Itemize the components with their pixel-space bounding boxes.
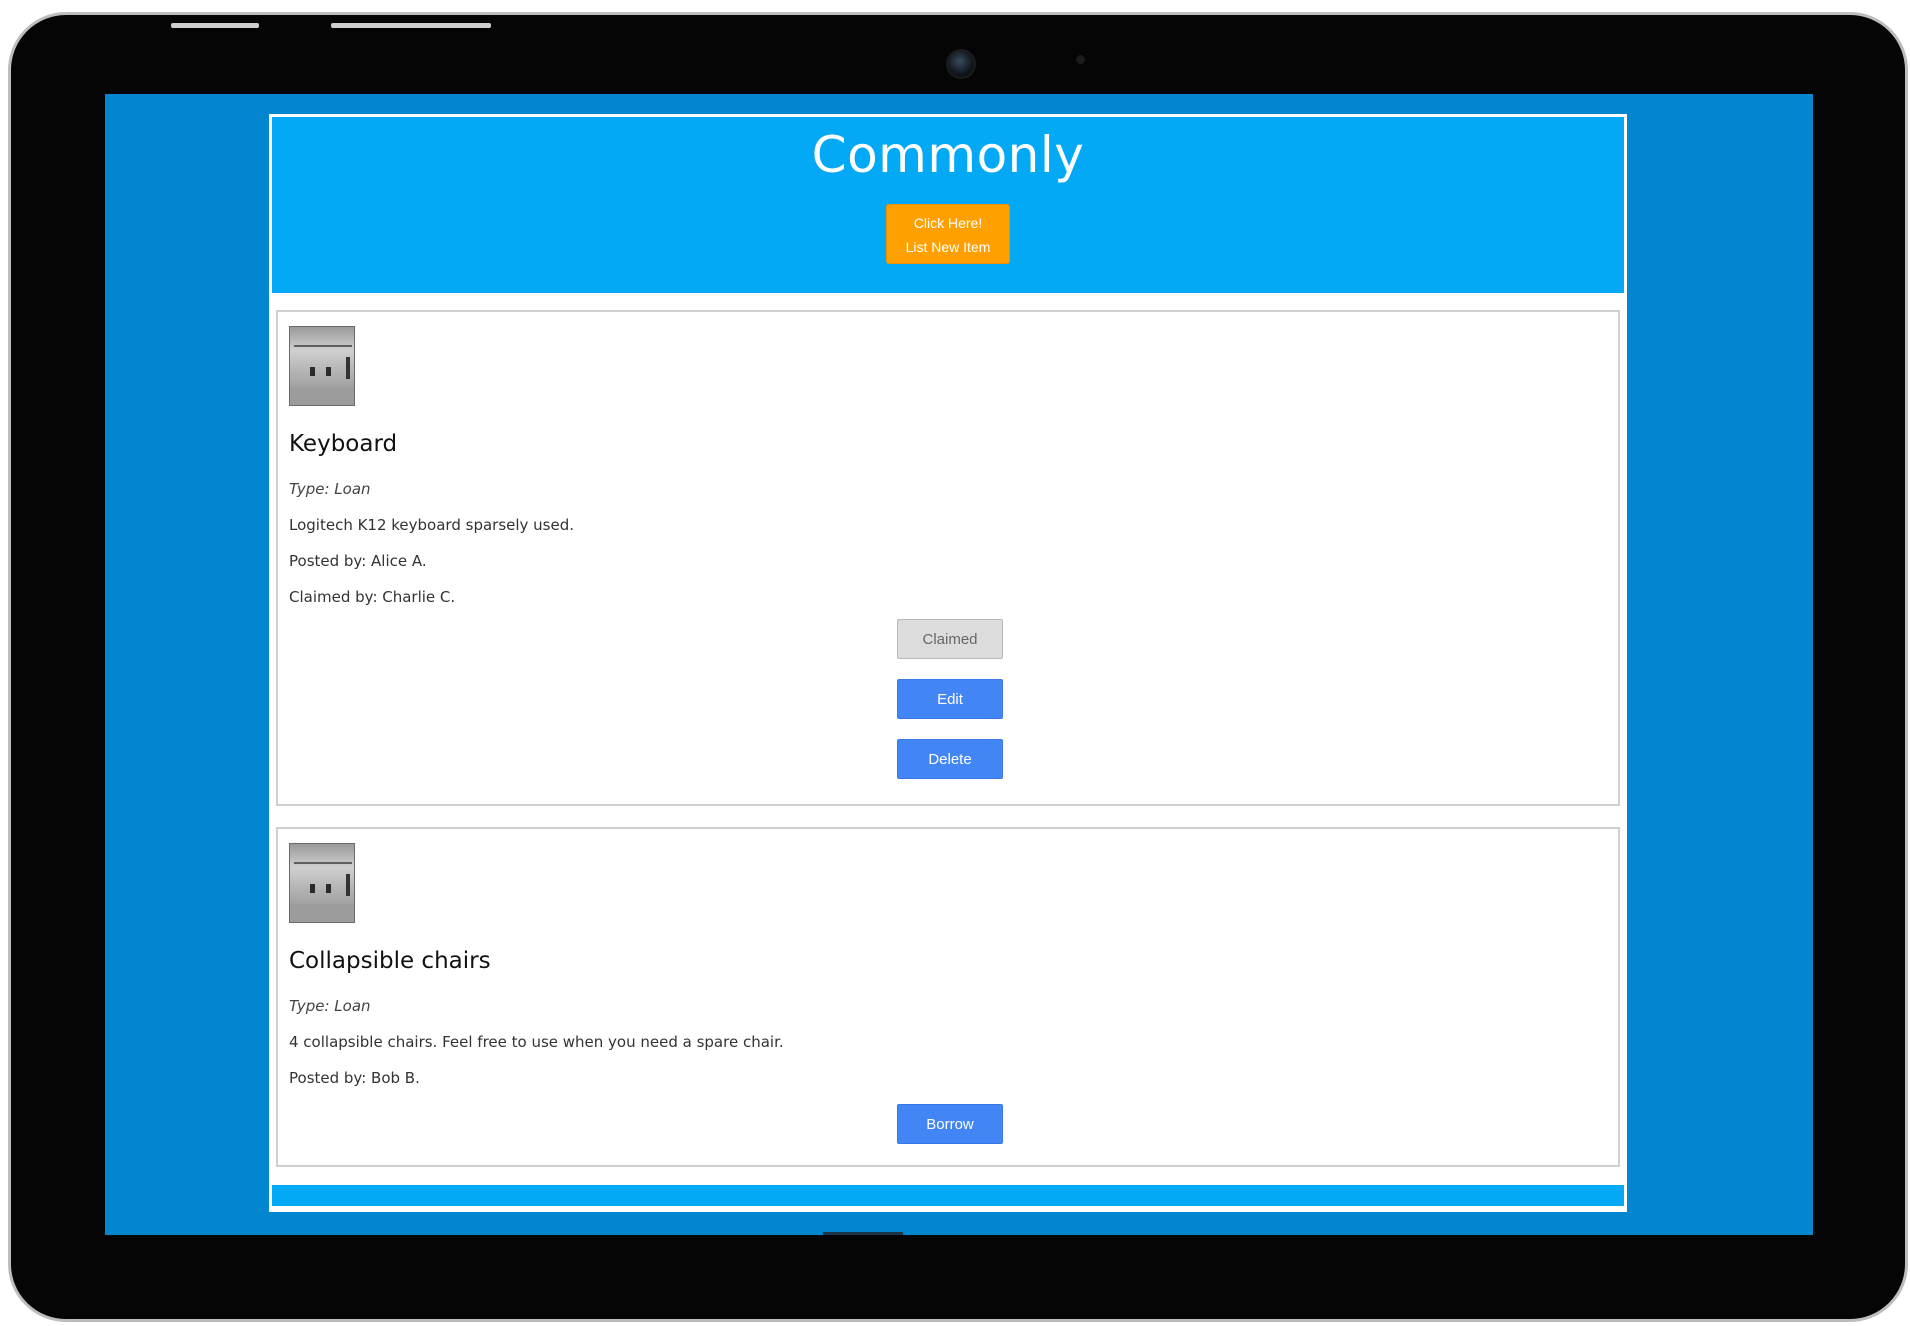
claimed-button[interactable]: Claimed	[897, 619, 1003, 659]
list-new-item-button[interactable]: Click Here! List New Item	[886, 204, 1010, 264]
sensor-icon	[1076, 55, 1085, 64]
list-button-line2: List New Item	[905, 239, 991, 255]
item-claimed-by: Claimed by: Charlie C.	[289, 588, 456, 606]
edit-button[interactable]: Edit	[897, 679, 1003, 719]
app-footer	[272, 1185, 1624, 1206]
list-button-line1: Click Here!	[913, 215, 983, 231]
item-thumbnail-image[interactable]	[289, 843, 355, 923]
item-posted-by: Posted by: Bob B.	[289, 1069, 420, 1087]
app-title: Commonly	[811, 126, 1085, 184]
borrow-button[interactable]: Borrow	[897, 1104, 1003, 1144]
delete-button[interactable]: Delete	[897, 739, 1003, 779]
item-type: Type: Loan	[289, 997, 371, 1015]
item-title: Keyboard	[289, 431, 398, 457]
item-description: 4 collapsible chairs. Feel free to use w…	[289, 1033, 784, 1051]
item-card-collapsible-chairs: Collapsible chairs Type: Loan 4 collapsi…	[276, 827, 1620, 1167]
app-page: Commonly Click Here! List New Item Keybo…	[269, 114, 1627, 1212]
item-title: Collapsible chairs	[289, 948, 491, 974]
device-button	[331, 23, 491, 28]
item-card-keyboard: Keyboard Type: Loan Logitech K12 keyboar…	[276, 310, 1620, 806]
screen: Commonly Click Here! List New Item Keybo…	[105, 94, 1813, 1235]
item-description: Logitech K12 keyboard sparsely used.	[289, 516, 575, 534]
home-indicator	[823, 1232, 903, 1235]
item-thumbnail-image[interactable]	[289, 326, 355, 406]
item-type: Type: Loan	[289, 480, 371, 498]
device-button	[171, 23, 259, 28]
item-posted-by: Posted by: Alice A.	[289, 552, 427, 570]
camera-icon	[946, 49, 976, 79]
app-header: Commonly Click Here! List New Item	[272, 117, 1624, 293]
